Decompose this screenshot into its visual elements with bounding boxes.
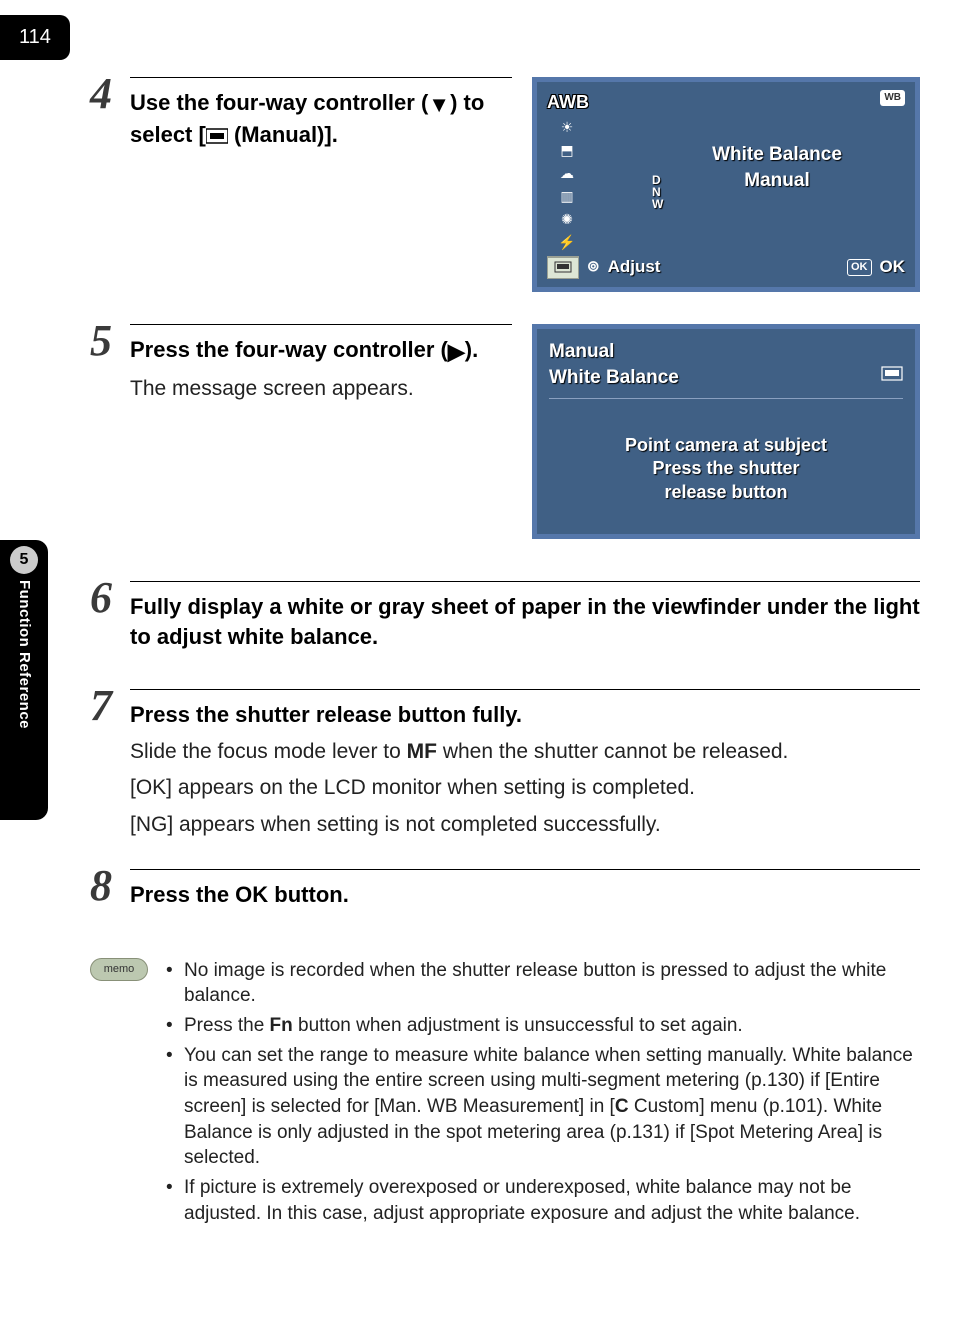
wb-awb-option: AWB	[547, 90, 587, 114]
step-title: Press the OK button.	[130, 880, 920, 910]
wb-manual-icon	[547, 257, 579, 279]
wb-selected-label: White Balance Manual	[687, 142, 867, 193]
text: Slide the focus mode lever to	[130, 740, 407, 763]
step-number: 7	[90, 687, 130, 839]
step-5: 5 Press the four-way controller (▶). The…	[90, 322, 920, 539]
step-text: Slide the focus mode lever to MF when th…	[130, 738, 920, 766]
wb-dnw-indicator: D N W	[652, 174, 663, 210]
down-arrow-icon: ▼	[428, 90, 450, 120]
text: ).	[465, 337, 478, 362]
step-number: 8	[90, 867, 130, 918]
step-number: 6	[90, 579, 130, 659]
chapter-title: Function Reference	[14, 580, 34, 729]
wb-badge-icon: WB	[880, 90, 905, 106]
step-title: Press the four-way controller (▶).	[130, 335, 512, 367]
wb-fluorescent-icon: ▥	[547, 187, 587, 206]
text: If picture is extremely overexposed or u…	[184, 1177, 860, 1224]
wb-shade-icon: ⬒	[547, 141, 587, 160]
memo-block: memo No image is recorded when the shutt…	[90, 958, 920, 1230]
manual-wb-icon	[881, 365, 903, 383]
adjust-label: Adjust	[608, 256, 661, 279]
side-chapter-tab: 5 Function Reference	[0, 540, 48, 820]
step-7: 7 Press the shutter release button fully…	[90, 687, 920, 839]
step-text: [OK] appears on the LCD monitor when set…	[130, 774, 920, 802]
step-text: [NG] appears when setting is not complet…	[130, 811, 920, 839]
step-divider	[130, 689, 920, 690]
text: Press the four-way controller (	[130, 337, 448, 362]
text: Point camera at subject	[537, 434, 915, 457]
page-number: 114	[19, 24, 51, 51]
step-6: 6 Fully display a white or gray sheet of…	[90, 579, 920, 659]
text: White Balance	[687, 142, 867, 168]
text: White Balance	[549, 365, 679, 391]
step-number: 4	[90, 75, 130, 292]
adjust-dial-icon: ⊚	[587, 257, 600, 277]
memo-item: Press the Fn button when adjustment is u…	[166, 1013, 920, 1039]
wb-tungsten-icon: ✺	[547, 210, 587, 229]
wb-option-list: AWB ☀ ⬒ ☁ ▥ ✺ ⚡	[547, 90, 587, 278]
wb-cloudy-icon: ☁	[547, 164, 587, 183]
step-divider	[130, 77, 512, 78]
wb-daylight-icon: ☀	[547, 118, 587, 137]
text: Press the shutter	[537, 457, 915, 480]
text: release button	[537, 481, 915, 504]
manual-wb-message: Point camera at subject Press the shutte…	[537, 434, 915, 504]
memo-item: You can set the range to measure white b…	[166, 1043, 920, 1171]
step-4: 4 Use the four-way controller (▼) to sel…	[90, 75, 920, 292]
text: Manual	[549, 339, 679, 365]
text: (Manual)].	[228, 122, 338, 147]
ok-button-label: OK	[235, 882, 268, 907]
memo-item: No image is recorded when the shutter re…	[166, 958, 920, 1009]
step-title: Fully display a white or gray sheet of p…	[130, 592, 920, 651]
memo-list: No image is recorded when the shutter re…	[166, 958, 920, 1230]
manual-wb-header: Manual White Balance	[549, 339, 903, 399]
camera-screen-manual-wb: Manual White Balance Point camera at sub…	[532, 324, 920, 539]
step-divider	[130, 869, 920, 870]
memo-label: memo	[90, 958, 148, 981]
memo-item: If picture is extremely overexposed or u…	[166, 1175, 920, 1226]
step-title: Press the shutter release button fully.	[130, 700, 920, 730]
text: Use the four-way controller (	[130, 90, 428, 115]
step-8: 8 Press the OK button.	[90, 867, 920, 918]
text: Manual	[687, 168, 867, 194]
page-number-tab: 114	[0, 15, 70, 60]
text: Press the	[184, 1015, 270, 1036]
step-divider	[130, 581, 920, 582]
step-divider	[130, 324, 512, 325]
text: button.	[268, 882, 349, 907]
step-title: Use the four-way controller (▼) to selec…	[130, 88, 512, 149]
wb-flash-icon: ⚡	[547, 233, 587, 252]
mf-label: MF	[407, 740, 437, 763]
chapter-number: 5	[20, 549, 29, 571]
memo-icon: memo	[90, 958, 148, 990]
chapter-number-badge: 5	[10, 546, 38, 574]
right-arrow-icon: ▶	[448, 337, 465, 367]
ok-label: OK	[880, 256, 906, 279]
step-number: 5	[90, 322, 130, 539]
step-text: The message screen appears.	[130, 375, 512, 403]
fn-button-label: Fn	[270, 1015, 293, 1036]
custom-menu-label: C	[615, 1096, 629, 1117]
manual-wb-icon	[206, 127, 228, 145]
camera-screen-wb-menu: WB AWB ☀ ⬒ ☁ ▥ ✺ ⚡ D N W	[532, 77, 920, 292]
ok-badge-icon: OK	[847, 259, 872, 276]
text: Press the	[130, 882, 235, 907]
wb-bottom-bar: ⊚ Adjust OK OK	[547, 256, 905, 279]
page-content: 4 Use the four-way controller (▼) to sel…	[90, 75, 920, 1230]
text: button when adjustment is unsuccessful t…	[293, 1015, 743, 1036]
step-body: Use the four-way controller (▼) to selec…	[130, 75, 920, 292]
text: when the shutter cannot be released.	[437, 740, 788, 763]
manual-wb-icon	[554, 261, 572, 275]
text: No image is recorded when the shutter re…	[184, 960, 886, 1007]
